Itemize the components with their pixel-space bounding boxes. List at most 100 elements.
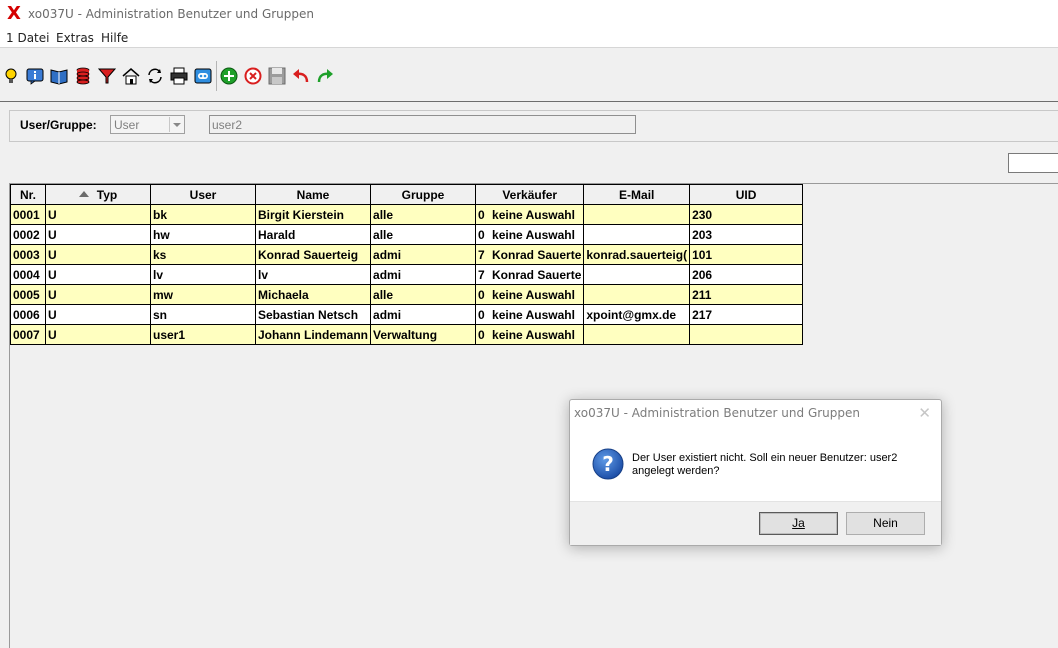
- cell-name[interactable]: Sebastian Netsch: [254, 304, 372, 325]
- cell-gruppe[interactable]: admi: [370, 304, 477, 325]
- cell-typ[interactable]: U: [45, 244, 151, 265]
- col-header-email[interactable]: E-Mail: [583, 184, 691, 205]
- refresh-icon[interactable]: [145, 66, 165, 86]
- book-icon[interactable]: [49, 66, 69, 86]
- cell-email[interactable]: [583, 224, 691, 245]
- table-row[interactable]: 0006 Usn Sebastian Netsch admi 0 keine Auswah…: [10, 304, 804, 325]
- user-input[interactable]: user2: [209, 115, 636, 134]
- screen-icon[interactable]: [193, 66, 213, 86]
- cell-email[interactable]: [583, 284, 691, 305]
- cell-user[interactable]: bk: [150, 204, 256, 225]
- cell-verkaeufer[interactable]: 0 keine Auswahl: [475, 284, 585, 305]
- cell-nr[interactable]: 0003: [10, 244, 46, 265]
- home-icon[interactable]: [121, 66, 141, 86]
- table-row[interactable]: 0005 Umw Michaela alle 0 keine Auswahl 211: [10, 284, 804, 305]
- cell-user[interactable]: sn: [150, 304, 256, 325]
- cell-typ[interactable]: U: [45, 324, 151, 345]
- menu-hilfe[interactable]: Hilfe: [101, 31, 128, 45]
- cell-user[interactable]: hw: [150, 224, 256, 245]
- col-header-verkaeufer[interactable]: Verkäufer: [475, 184, 585, 205]
- cell-name[interactable]: Birgit Kierstein: [254, 204, 372, 225]
- table-row[interactable]: 0002 Uhw Harald alle 0 keine Auswahl 203: [10, 224, 804, 245]
- cell-gruppe[interactable]: admi: [370, 264, 477, 285]
- seller-name: keine Auswahl: [492, 327, 575, 342]
- cell-nr[interactable]: 0004: [10, 264, 46, 285]
- cell-verkaeufer[interactable]: 0 keine Auswahl: [475, 324, 585, 345]
- cell-name[interactable]: Johann Lindemann: [254, 324, 372, 345]
- col-header-uid[interactable]: UID: [689, 184, 804, 205]
- no-button[interactable]: Nein: [846, 512, 925, 535]
- print-icon[interactable]: [169, 66, 189, 86]
- save-icon[interactable]: [267, 66, 287, 86]
- cell-name[interactable]: lv: [254, 264, 372, 285]
- cell-nr[interactable]: 0007: [10, 324, 46, 345]
- search-input[interactable]: [1008, 153, 1058, 173]
- cell-name[interactable]: Michaela: [254, 284, 372, 305]
- cell-uid[interactable]: 211: [689, 284, 804, 305]
- col-header-user[interactable]: User: [150, 184, 256, 205]
- seller-code: 7: [478, 247, 485, 262]
- dialog-message-line2: angelegt werden?: [632, 465, 720, 477]
- cell-uid[interactable]: [689, 324, 804, 345]
- cell-nr[interactable]: 0005: [10, 284, 46, 305]
- cell-gruppe[interactable]: alle: [370, 224, 477, 245]
- cell-email[interactable]: xpoint@gmx.de: [583, 304, 691, 325]
- type-select[interactable]: User: [110, 115, 185, 134]
- cell-typ[interactable]: U: [45, 204, 151, 225]
- col-header-typ[interactable]: Typ: [45, 184, 151, 205]
- cell-verkaeufer[interactable]: 7 Konrad Sauerte: [475, 244, 585, 265]
- close-icon[interactable]: ✕: [918, 404, 931, 422]
- cell-email[interactable]: konrad.sauerteig(: [583, 244, 691, 265]
- seller-name: keine Auswahl: [492, 287, 575, 302]
- cell-email[interactable]: [583, 324, 691, 345]
- table-row[interactable]: 0007 Uuser1 Johann Lindemann Verwaltung 0 kei…: [10, 324, 804, 345]
- info-icon[interactable]: [25, 66, 45, 86]
- delete-icon[interactable]: [243, 66, 263, 86]
- cell-user[interactable]: ks: [150, 244, 256, 265]
- col-header-gruppe[interactable]: Gruppe: [370, 184, 477, 205]
- cell-nr[interactable]: 0001: [10, 204, 46, 225]
- yes-button[interactable]: Ja: [759, 512, 838, 535]
- cell-uid[interactable]: 101: [689, 244, 804, 265]
- cell-email[interactable]: [583, 204, 691, 225]
- table-row[interactable]: 0003 Uks Konrad Sauerteig admi 7 Konrad Sauer…: [10, 244, 804, 265]
- cell-typ[interactable]: U: [45, 224, 151, 245]
- cell-email[interactable]: [583, 264, 691, 285]
- cell-user[interactable]: mw: [150, 284, 256, 305]
- cell-verkaeufer[interactable]: 0 keine Auswahl: [475, 224, 585, 245]
- menu-extras[interactable]: Extras: [56, 31, 94, 45]
- cell-name[interactable]: Harald: [254, 224, 372, 245]
- table-row[interactable]: 0001 Ubk Birgit Kierstein alle 0 keine Auswah…: [10, 204, 804, 225]
- cell-verkaeufer[interactable]: 7 Konrad Sauerte: [475, 264, 585, 285]
- cell-typ[interactable]: U: [45, 264, 151, 285]
- cell-user[interactable]: lv: [150, 264, 256, 285]
- cell-gruppe[interactable]: alle: [370, 284, 477, 305]
- cell-uid[interactable]: 217: [689, 304, 804, 325]
- cell-nr[interactable]: 0002: [10, 224, 46, 245]
- cell-verkaeufer[interactable]: 0 keine Auswahl: [475, 204, 585, 225]
- cell-gruppe[interactable]: admi: [370, 244, 477, 265]
- menu-datei[interactable]: 1 Datei: [6, 31, 49, 45]
- cell-gruppe[interactable]: Verwaltung: [370, 324, 477, 345]
- database-icon[interactable]: [73, 66, 93, 86]
- cell-typ[interactable]: U: [45, 284, 151, 305]
- filter-icon[interactable]: [97, 66, 117, 86]
- undo-icon[interactable]: [291, 66, 311, 86]
- cell-verkaeufer[interactable]: 0 keine Auswahl: [475, 304, 585, 325]
- cell-uid[interactable]: 230: [689, 204, 804, 225]
- cell-gruppe[interactable]: alle: [370, 204, 477, 225]
- lightbulb-icon[interactable]: [1, 66, 21, 86]
- cell-nr[interactable]: 0006: [10, 304, 46, 325]
- cell-name[interactable]: Konrad Sauerteig: [254, 244, 372, 265]
- cell-user[interactable]: user1: [150, 324, 256, 345]
- chevron-down-icon[interactable]: [169, 117, 183, 132]
- col-header-name[interactable]: Name: [254, 184, 372, 205]
- redo-icon[interactable]: [315, 66, 335, 86]
- cell-uid[interactable]: 203: [689, 224, 804, 245]
- col-header-nr[interactable]: Nr.: [10, 184, 46, 205]
- table-row[interactable]: 0004 Ulv lv admi 7 Konrad Sauerte 206: [10, 264, 804, 285]
- sort-up-icon: [78, 190, 89, 197]
- cell-uid[interactable]: 206: [689, 264, 804, 285]
- add-icon[interactable]: [219, 66, 239, 86]
- cell-typ[interactable]: U: [45, 304, 151, 325]
